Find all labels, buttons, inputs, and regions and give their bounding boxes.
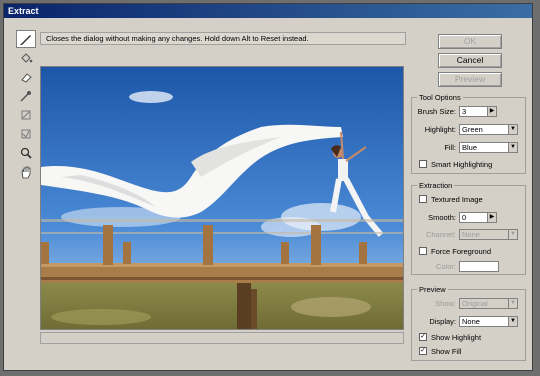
show-highlight-label: Show Highlight xyxy=(431,333,482,342)
show-highlight-checkbox[interactable]: ✓ xyxy=(419,333,427,341)
show-fill-checkbox[interactable]: ✓ xyxy=(419,347,427,355)
cancel-button[interactable]: Cancel xyxy=(438,53,502,68)
textured-image-checkbox[interactable] xyxy=(419,195,427,203)
tool-palette xyxy=(16,30,38,182)
zoom-icon xyxy=(20,147,32,159)
highlight-label: Highlight: xyxy=(424,125,456,134)
display-value: None xyxy=(462,317,480,326)
photo-woman-jumping-on-bridge xyxy=(41,67,403,329)
highlight-value: Green xyxy=(462,125,483,134)
show-dropdown-arrow[interactable]: ▼ xyxy=(508,298,518,309)
window-title: Extract xyxy=(8,6,39,16)
force-foreground-checkbox[interactable] xyxy=(419,247,427,255)
smart-highlighting-checkbox[interactable] xyxy=(419,160,427,168)
status-message: Closes the dialog without making any cha… xyxy=(46,34,309,43)
preview-group: Preview Show: Original ▼ Display: None ▼… xyxy=(411,285,526,361)
zoom-tool[interactable] xyxy=(16,144,36,162)
fill-select[interactable]: Blue ▼ xyxy=(459,142,518,153)
channel-select[interactable]: None ▼ xyxy=(459,229,518,240)
eraser-tool[interactable] xyxy=(16,68,36,86)
edge-highlighter-icon xyxy=(20,35,31,45)
ok-button[interactable]: OK xyxy=(438,34,502,49)
cleanup-tool[interactable] xyxy=(16,106,36,124)
eyedropper-tool[interactable] xyxy=(16,87,36,105)
preview-button[interactable]: Preview xyxy=(438,72,502,87)
smooth-slider-arrow[interactable]: ▶ xyxy=(487,212,497,223)
extraction-title: Extraction xyxy=(417,181,455,190)
show-select[interactable]: Original ▼ xyxy=(459,298,518,309)
channel-label: Channel: xyxy=(425,230,456,239)
cleanup-icon xyxy=(21,110,31,120)
channel-value: None xyxy=(462,230,480,239)
display-label: Display: xyxy=(429,317,456,326)
preview-title: Preview xyxy=(417,285,448,294)
edge-touchup-icon xyxy=(21,129,31,139)
fill-dropdown-arrow[interactable]: ▼ xyxy=(508,142,518,153)
eyedropper-icon xyxy=(20,91,31,102)
title-bar: Extract xyxy=(4,4,532,18)
show-value: Original xyxy=(462,299,488,308)
brush-size-field[interactable]: 3 ▶ xyxy=(459,106,497,117)
color-swatch[interactable] xyxy=(459,261,499,272)
color-label: Color: xyxy=(435,262,456,271)
force-foreground-label: Force Foreground xyxy=(431,247,492,256)
status-bar: Closes the dialog without making any cha… xyxy=(40,32,406,45)
textured-image-label: Textured Image xyxy=(431,195,483,204)
display-dropdown-arrow[interactable]: ▼ xyxy=(508,316,518,327)
edge-touchup-tool[interactable] xyxy=(16,125,36,143)
tool-options-group: Tool Options Brush Size: 3 ▶ Highlight: … xyxy=(411,93,526,174)
fill-value: Blue xyxy=(462,143,478,152)
image-preview-canvas[interactable] xyxy=(40,66,404,330)
display-select[interactable]: None ▼ xyxy=(459,316,518,327)
channel-dropdown-arrow[interactable]: ▼ xyxy=(508,229,518,240)
edge-highlighter-tool[interactable] xyxy=(16,30,36,48)
fill-tool[interactable] xyxy=(16,49,36,67)
smooth-value: 0 xyxy=(462,213,467,222)
fill-label: Fill: xyxy=(444,143,456,152)
smart-highlighting-label: Smart Highlighting xyxy=(431,160,493,169)
hand-icon xyxy=(21,166,31,179)
brush-size-slider-arrow[interactable]: ▶ xyxy=(487,106,497,117)
eraser-icon xyxy=(21,73,32,83)
hand-tool[interactable] xyxy=(16,163,36,181)
highlight-select[interactable]: Green ▼ xyxy=(459,124,518,135)
extract-dialog: Extract Closes the dialog without making… xyxy=(3,3,533,371)
brush-size-value: 3 xyxy=(462,107,467,116)
show-label: Show: xyxy=(435,299,456,308)
smooth-label: Smooth: xyxy=(428,213,456,222)
smooth-field[interactable]: 0 ▶ xyxy=(459,212,497,223)
extraction-group: Extraction Textured Image Smooth: 0 ▶ Ch… xyxy=(411,181,526,275)
paint-bucket-icon xyxy=(21,53,33,63)
show-fill-label: Show Fill xyxy=(431,347,462,356)
highlight-dropdown-arrow[interactable]: ▼ xyxy=(508,124,518,135)
tool-options-title: Tool Options xyxy=(417,93,463,102)
brush-size-label: Brush Size: xyxy=(417,107,456,116)
horizontal-scrollbar[interactable] xyxy=(40,332,404,344)
